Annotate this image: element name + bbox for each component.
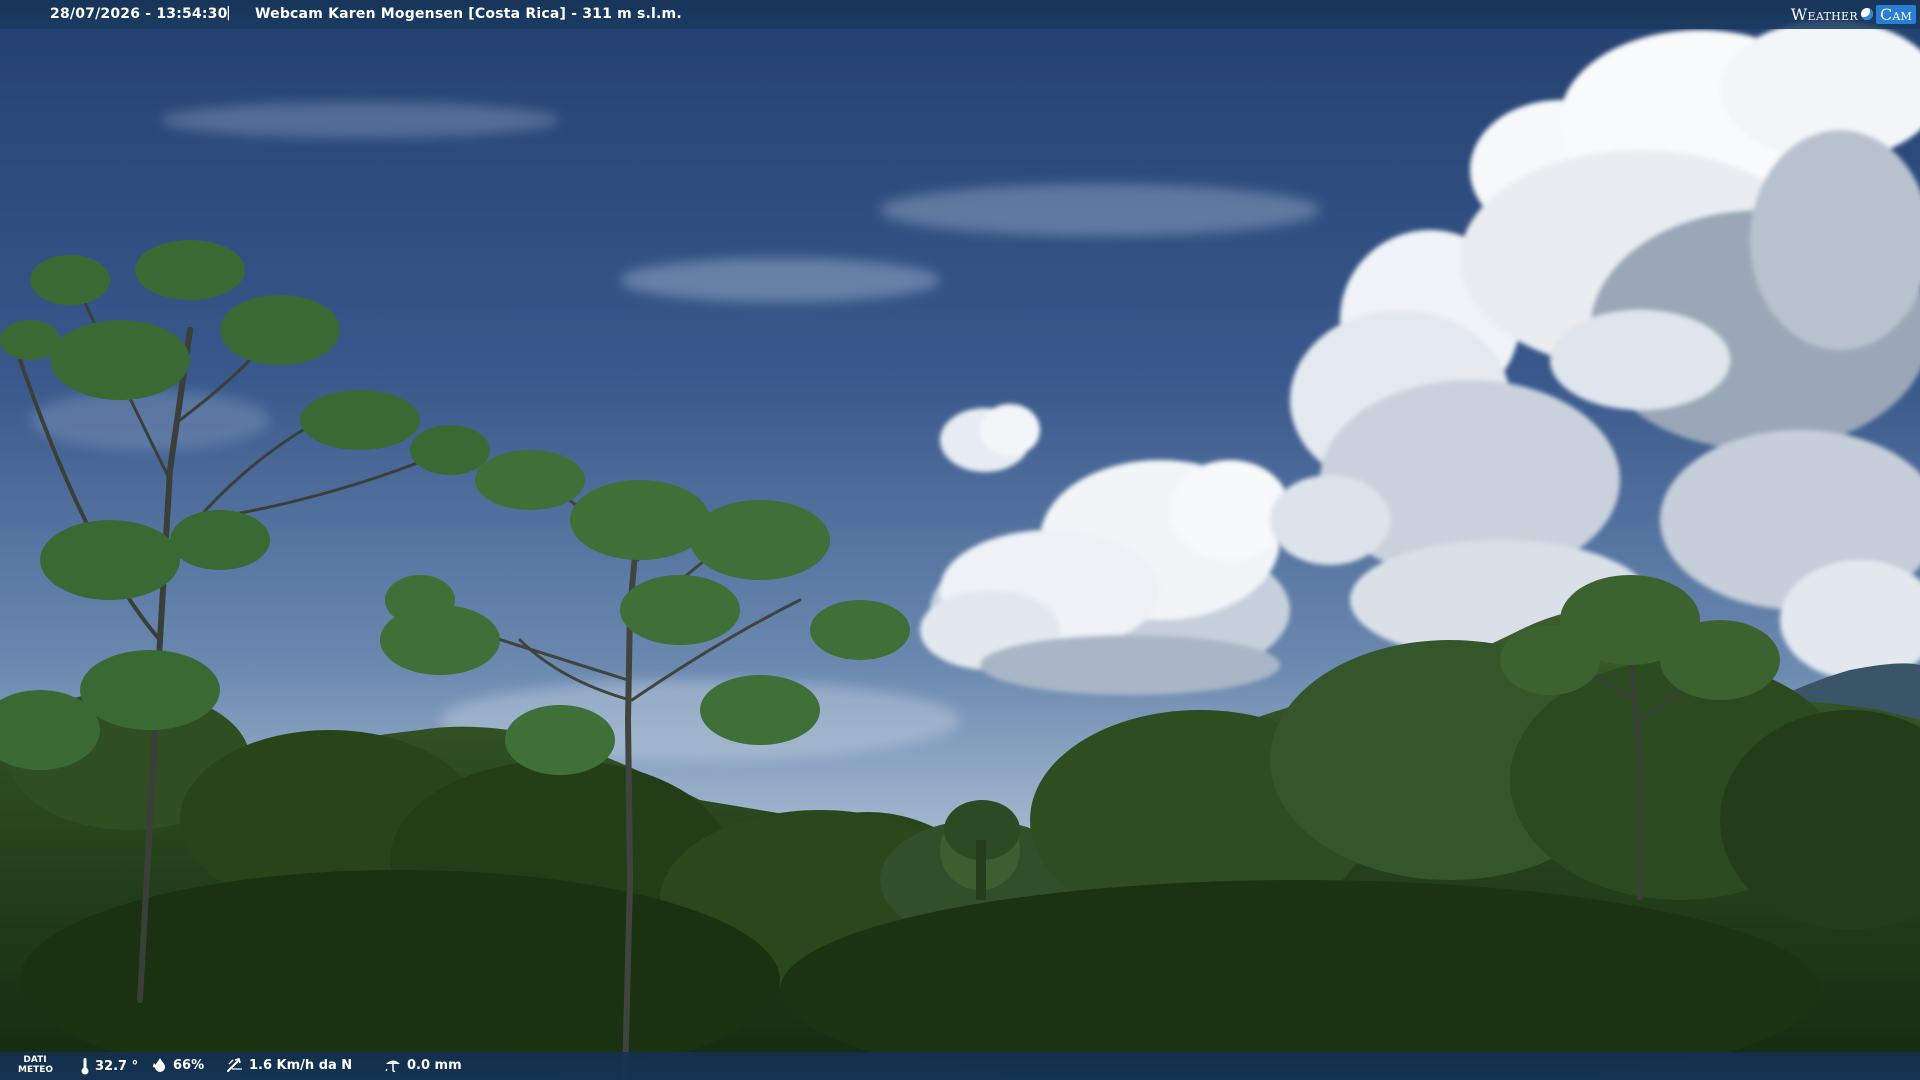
meteo-label: DATI METEO	[18, 1055, 54, 1075]
webcam-scene	[0, 0, 1920, 1080]
rain-value: 0.0 mm	[407, 1057, 462, 1073]
rain-icon	[385, 1060, 400, 1073]
humidity-reading: 66%	[152, 1057, 204, 1073]
droplet-icon	[153, 1058, 165, 1072]
top-info-bar: 28/07/2026 - 13:54:30 | Webcam Karen Mog…	[0, 0, 1920, 29]
temperature-value: 32.7 °	[95, 1058, 139, 1074]
meteo-label-line2: METEO	[18, 1065, 54, 1075]
timestamp: 28/07/2026 - 13:54:30	[50, 6, 228, 22]
logo-cam-text: Cam	[1875, 4, 1916, 24]
weathercam-logo: Weather Cam	[1791, 1, 1920, 27]
humidity-value: 66%	[173, 1057, 205, 1073]
webcam-frame: 28/07/2026 - 13:54:30 | Webcam Karen Mog…	[0, 0, 1920, 1080]
meteo-label-line1: DATI	[23, 1055, 47, 1065]
temperature-reading: 32.7 °	[80, 1057, 138, 1075]
wind-value: 1.6 Km/h da N	[249, 1057, 353, 1073]
logo-weather-text: Weather	[1790, 4, 1858, 24]
rain-reading: 0.0 mm	[384, 1057, 462, 1073]
meteo-bar: DATI METEO 32.7 ° 66% 1.6 Km/h da N 0.0 …	[0, 1052, 1920, 1080]
wind-icon	[227, 1058, 242, 1072]
separator: |	[226, 5, 231, 21]
webcam-caption: Webcam Karen Mogensen [Costa Rica] - 311…	[255, 6, 682, 22]
wind-reading: 1.6 Km/h da N	[226, 1057, 352, 1073]
thermometer-icon	[81, 1058, 89, 1075]
logo-globe-icon	[1860, 8, 1873, 20]
